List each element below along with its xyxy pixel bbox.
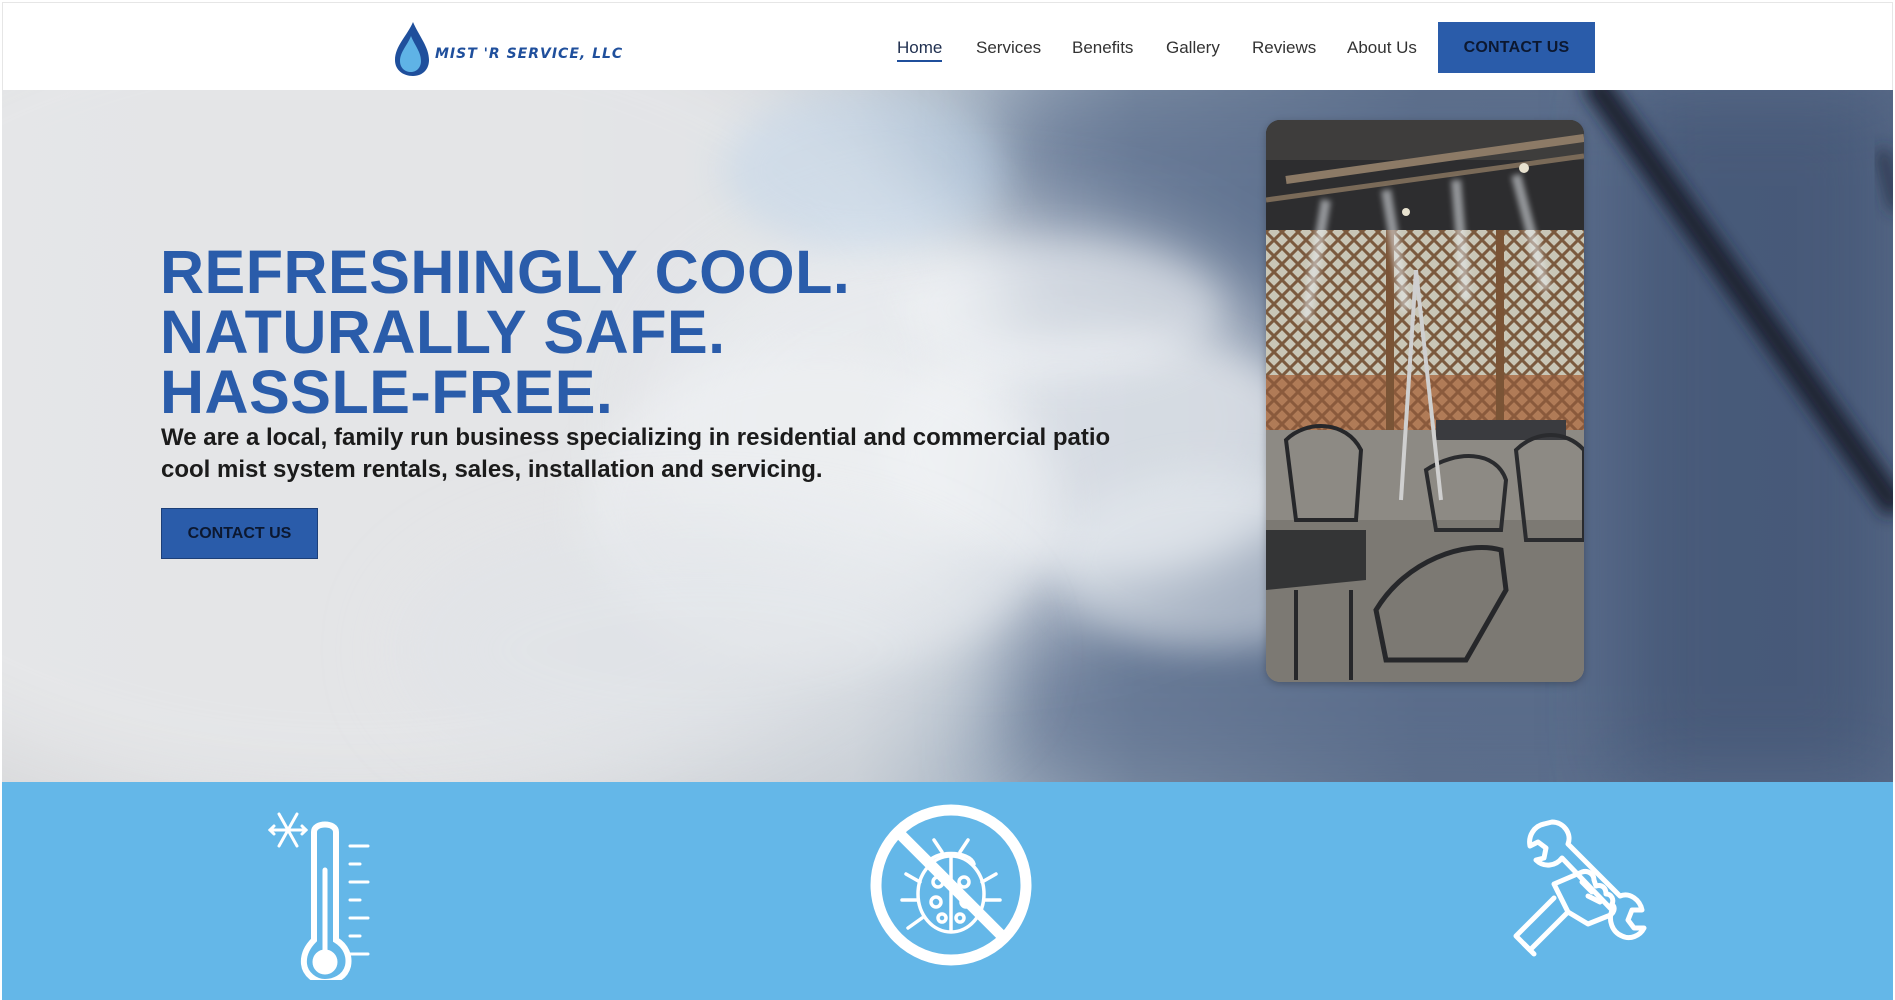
main-nav: Home Services Benefits Gallery Reviews A… <box>3 3 1892 91</box>
hero-subtitle: We are a local, family run business spec… <box>161 424 1111 483</box>
hero-section: REFRESHINGLY COOL. NATURALLY SAFE. HASSL… <box>2 90 1893 782</box>
hero-contact-button[interactable]: CONTACT US <box>161 508 318 559</box>
nav-gallery[interactable]: Gallery <box>1166 38 1220 58</box>
nav-home[interactable]: Home <box>897 38 943 62</box>
wrench-hand-icon <box>1513 819 1647 957</box>
hero-title-line-1: REFRESHINGLY COOL. <box>160 238 851 306</box>
nav-benefits[interactable]: Benefits <box>1072 38 1133 58</box>
patio-photo <box>1266 120 1584 682</box>
hero-title-line-2: NATURALLY SAFE. <box>160 298 726 366</box>
header-contact-button[interactable]: CONTACT US <box>1438 22 1595 73</box>
hero-title-line-3: HASSLE-FREE. <box>160 358 614 426</box>
hero-title: REFRESHINGLY COOL. NATURALLY SAFE. HASSL… <box>160 238 851 426</box>
site-header: MIST 'R SERVICE, LLC Home Services Benef… <box>2 2 1893 90</box>
nav-about-us[interactable]: About Us <box>1347 38 1417 58</box>
nav-reviews[interactable]: Reviews <box>1252 38 1316 58</box>
nav-services[interactable]: Services <box>976 38 1041 58</box>
benefits-strip <box>2 782 1893 1000</box>
no-bugs-icon <box>870 804 1032 966</box>
thermometer-snowflake-icon <box>267 812 370 980</box>
